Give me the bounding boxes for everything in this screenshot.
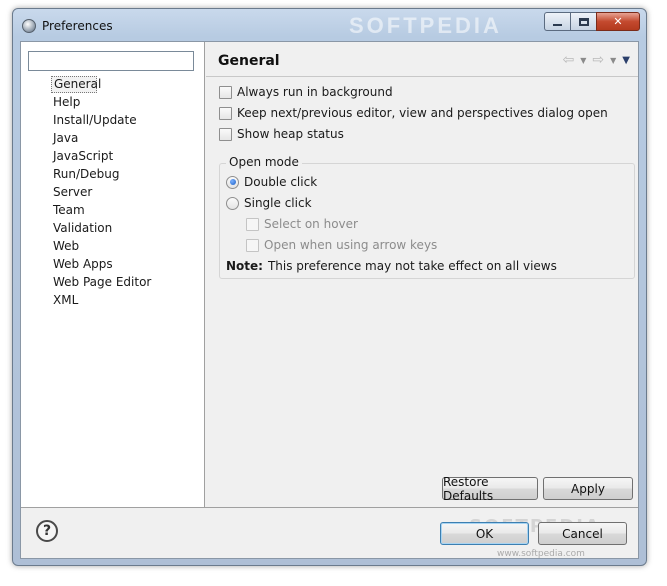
tree-item-run-debug[interactable]: Run/Debug — [51, 165, 151, 183]
select-on-hover-option: Select on hover — [246, 217, 358, 231]
header-separator — [206, 76, 638, 77]
heap-status-checkbox[interactable] — [219, 127, 232, 141]
single-click-radio[interactable] — [226, 196, 239, 210]
open-mode-group: Open mode Double click Single click Sele… — [219, 155, 635, 279]
tree-item-install-update[interactable]: Install/Update — [51, 111, 151, 129]
always-run-label: Always run in background — [237, 85, 393, 99]
caption-buttons: ✕ — [544, 12, 640, 32]
single-click-label: Single click — [244, 196, 312, 210]
note-text: This preference may not take effect on a… — [267, 259, 557, 273]
double-click-radio[interactable] — [226, 175, 239, 189]
tree-item-server[interactable]: Server — [51, 183, 151, 201]
view-menu-icon[interactable]: ▼ — [622, 55, 630, 66]
page-title: General — [218, 53, 280, 69]
always-run-checkbox[interactable] — [219, 85, 232, 99]
single-click-option[interactable]: Single click — [226, 196, 312, 210]
apply-button[interactable]: Apply — [543, 477, 633, 500]
dialog-client-area: General Help Install/Update Java JavaScr… — [20, 41, 639, 559]
cancel-button[interactable]: Cancel — [538, 522, 627, 545]
select-on-hover-checkbox — [246, 217, 259, 231]
footer-separator — [21, 507, 638, 508]
tree-item-web-apps[interactable]: Web Apps — [51, 255, 151, 273]
tree-item-team[interactable]: Team — [51, 201, 151, 219]
keep-dialog-label: Keep next/previous editor, view and pers… — [237, 106, 608, 120]
minimize-icon — [553, 23, 562, 26]
window-title: Preferences — [42, 19, 113, 33]
always-run-option[interactable]: Always run in background — [219, 85, 393, 99]
tree-item-xml[interactable]: XML — [51, 291, 151, 309]
tree-item-java[interactable]: Java — [51, 129, 151, 147]
eclipse-app-icon — [22, 19, 36, 33]
page-navigation: ⇦ ▼ ⇨ ▼ ▼ — [563, 52, 630, 68]
tree-item-validation[interactable]: Validation — [51, 219, 151, 237]
preference-tree-panel: General Help Install/Update Java JavaScr… — [21, 42, 205, 507]
filter-input[interactable] — [28, 51, 194, 71]
note-row: Note: This preference may not take effec… — [226, 259, 557, 273]
restore-defaults-button[interactable]: Restore Defaults — [442, 475, 538, 503]
preference-tree: General Help Install/Update Java JavaScr… — [51, 76, 151, 309]
back-dropdown-icon[interactable]: ▼ — [580, 56, 586, 65]
maximize-button[interactable] — [570, 12, 596, 31]
tree-item-javascript[interactable]: JavaScript — [51, 147, 151, 165]
tree-item-web-page-editor[interactable]: Web Page Editor — [51, 273, 151, 291]
select-on-hover-label: Select on hover — [264, 217, 358, 231]
keep-dialog-checkbox[interactable] — [219, 106, 232, 120]
radio-selected-dot — [229, 179, 236, 185]
preferences-window: Preferences SOFTPEDIA ✕ General Help Ins… — [12, 8, 647, 566]
ok-button[interactable]: OK — [440, 522, 529, 545]
forward-arrow-icon[interactable]: ⇨ — [592, 52, 604, 68]
title-bar[interactable]: Preferences SOFTPEDIA ✕ — [13, 9, 646, 39]
close-button[interactable]: ✕ — [596, 12, 640, 31]
double-click-label: Double click — [244, 175, 318, 189]
note-label: Note: — [226, 259, 263, 273]
heap-status-label: Show heap status — [237, 127, 344, 141]
tree-item-general[interactable]: General — [51, 76, 101, 93]
double-click-option[interactable]: Double click — [226, 175, 317, 189]
minimize-button[interactable] — [544, 12, 570, 31]
forward-dropdown-icon[interactable]: ▼ — [610, 56, 616, 65]
tree-item-web[interactable]: Web — [51, 237, 151, 255]
heap-status-option[interactable]: Show heap status — [219, 127, 344, 141]
tree-item-help[interactable]: Help — [51, 93, 151, 111]
open-mode-label: Open mode — [226, 155, 302, 169]
keep-dialog-option[interactable]: Keep next/previous editor, view and pers… — [219, 106, 608, 120]
arrow-keys-label: Open when using arrow keys — [264, 238, 438, 252]
watermark-title: SOFTPEDIA — [349, 13, 502, 38]
back-arrow-icon[interactable]: ⇦ — [563, 52, 575, 68]
preference-page: General ⇦ ▼ ⇨ ▼ ▼ Always run in backgrou… — [206, 42, 638, 507]
help-icon[interactable]: ? — [36, 520, 58, 542]
close-icon: ✕ — [613, 15, 623, 28]
footer-watermark-url: www.softpedia.com — [497, 549, 585, 559]
maximize-icon — [578, 17, 589, 26]
arrow-keys-option: Open when using arrow keys — [246, 238, 437, 252]
arrow-keys-checkbox — [246, 238, 259, 252]
